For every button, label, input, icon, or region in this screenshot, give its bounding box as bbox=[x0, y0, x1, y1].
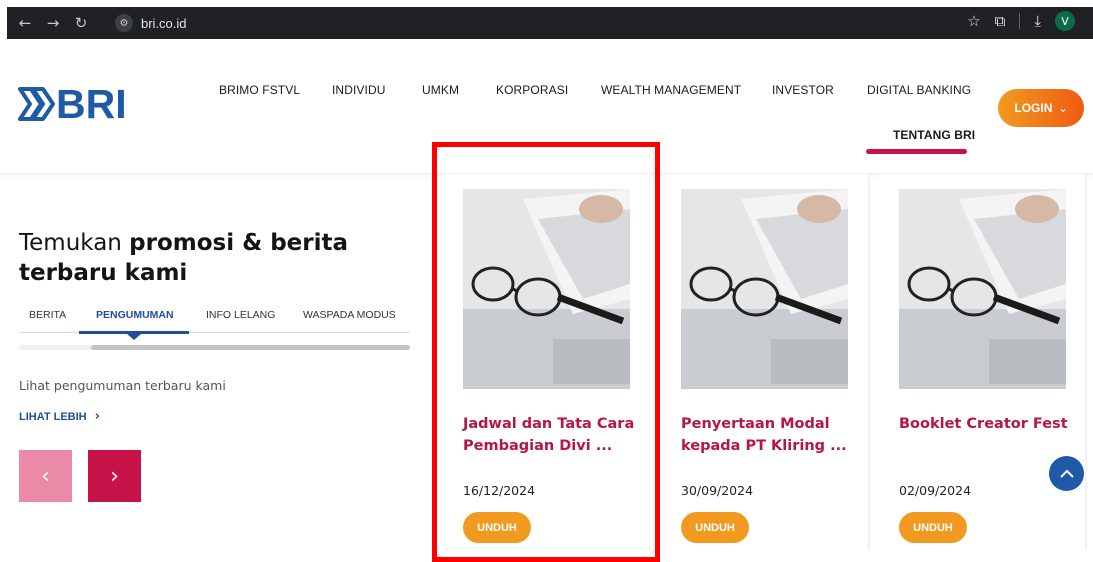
card-divider bbox=[868, 174, 870, 550]
card-image-documents-glasses[interactable] bbox=[899, 189, 1066, 389]
card-date: 30/09/2024 bbox=[681, 483, 754, 498]
nav-digital-banking[interactable]: DIGITAL BANKING bbox=[867, 83, 971, 97]
nav-individu[interactable]: INDIVIDU bbox=[332, 83, 385, 97]
see-more-link[interactable]: LIHAT LEBIH › bbox=[19, 409, 100, 424]
carousel-prev-button[interactable]: ‹ bbox=[19, 450, 72, 502]
site-settings-icon[interactable]: ⚙ bbox=[115, 14, 133, 32]
bri-logo-mark-icon bbox=[18, 87, 55, 121]
chevron-right-icon: › bbox=[94, 409, 100, 424]
announcement-card[interactable]: Penyertaan Modal kepada PT Kliring ... 3… bbox=[661, 174, 867, 552]
url-text: bri.co.id bbox=[141, 15, 187, 31]
chevron-up-icon bbox=[1059, 469, 1074, 478]
promo-heading-bold-1: promosi & berita bbox=[129, 230, 348, 256]
bri-logo[interactable]: BRI bbox=[17, 81, 127, 127]
download-button[interactable]: UNDUH bbox=[681, 512, 749, 543]
tab-pengumuman[interactable]: PENGUMUMAN bbox=[96, 309, 174, 321]
extensions-icon[interactable]: ⧉ bbox=[995, 12, 1006, 30]
login-label: LOGIN bbox=[1014, 101, 1053, 115]
tab-berita[interactable]: BERITA bbox=[29, 309, 66, 321]
documents-glasses-image-icon bbox=[899, 189, 1066, 389]
browser-toolbar-dark: ← → ↻ ⚙ bri.co.id ☆ ⧉ ⤓ V bbox=[7, 7, 1093, 39]
tab-info-lelang[interactable]: INFO LELANG bbox=[206, 309, 275, 321]
chevron-down-icon: ⌄ bbox=[1058, 101, 1068, 115]
avatar[interactable]: V bbox=[1055, 11, 1075, 31]
nav-wealth-management[interactable]: WEALTH MANAGEMENT bbox=[601, 83, 741, 97]
carousel-next-button[interactable]: › bbox=[88, 450, 141, 502]
promo-heading-bold-2: terbaru kami bbox=[19, 260, 188, 286]
download-icon[interactable]: ⤓ bbox=[1034, 12, 1041, 30]
announcement-card[interactable]: Booklet Creator Fest 02/09/2024 UNDUH bbox=[879, 174, 1085, 552]
card-divider bbox=[1085, 174, 1087, 550]
chevron-right-icon: › bbox=[110, 463, 119, 489]
forward-arrow-icon[interactable]: → bbox=[39, 9, 67, 37]
address-bar[interactable]: ⚙ bri.co.id bbox=[115, 11, 985, 35]
tab-active-caret-icon bbox=[127, 334, 141, 340]
reload-icon[interactable]: ↻ bbox=[67, 9, 95, 37]
star-icon[interactable]: ☆ bbox=[967, 12, 980, 30]
nav-umkm[interactable]: UMKM bbox=[422, 83, 459, 97]
promo-subtitle: Lihat pengumuman terbaru kami bbox=[19, 378, 226, 393]
card-image-documents-glasses[interactable] bbox=[681, 189, 848, 389]
logo-text: BRI bbox=[56, 81, 127, 127]
promo-heading-regular: Temukan bbox=[19, 230, 130, 256]
chevron-left-icon: ‹ bbox=[41, 463, 50, 489]
card-title[interactable]: Booklet Creator Fest bbox=[899, 413, 1075, 435]
nav-tentang-bri[interactable]: TENTANG BRI bbox=[893, 128, 975, 142]
highlight-annotation-box bbox=[432, 142, 660, 562]
card-date: 02/09/2024 bbox=[899, 483, 972, 498]
tab-baseline bbox=[19, 332, 410, 333]
download-button[interactable]: UNDUH bbox=[899, 512, 967, 543]
see-more-label: LIHAT LEBIH bbox=[19, 410, 87, 423]
nav-investor[interactable]: INVESTOR bbox=[772, 83, 834, 97]
tab-scrollbar-thumb[interactable] bbox=[91, 345, 410, 350]
toolbar-separator bbox=[1019, 13, 1021, 29]
login-button[interactable]: LOGIN ⌄ bbox=[998, 89, 1084, 127]
back-arrow-icon[interactable]: ← bbox=[11, 9, 39, 37]
nav-korporasi[interactable]: KORPORASI bbox=[496, 83, 568, 97]
browser-toolbar: ← → ↻ ⚙ bri.co.id ☆ ⧉ ⤓ V bbox=[0, 0, 1093, 42]
scroll-to-top-button[interactable] bbox=[1049, 456, 1084, 491]
nav-brimo-fstvl[interactable]: BRIMO FSTVL bbox=[219, 83, 300, 97]
promo-heading: Temukan promosi & berita terbaru kami bbox=[19, 228, 379, 288]
nav-active-indicator bbox=[866, 149, 967, 154]
card-title[interactable]: Penyertaan Modal kepada PT Kliring ... bbox=[681, 413, 857, 457]
tab-waspada-modus[interactable]: WASPADA MODUS bbox=[303, 309, 396, 321]
documents-glasses-image-icon bbox=[681, 189, 848, 389]
